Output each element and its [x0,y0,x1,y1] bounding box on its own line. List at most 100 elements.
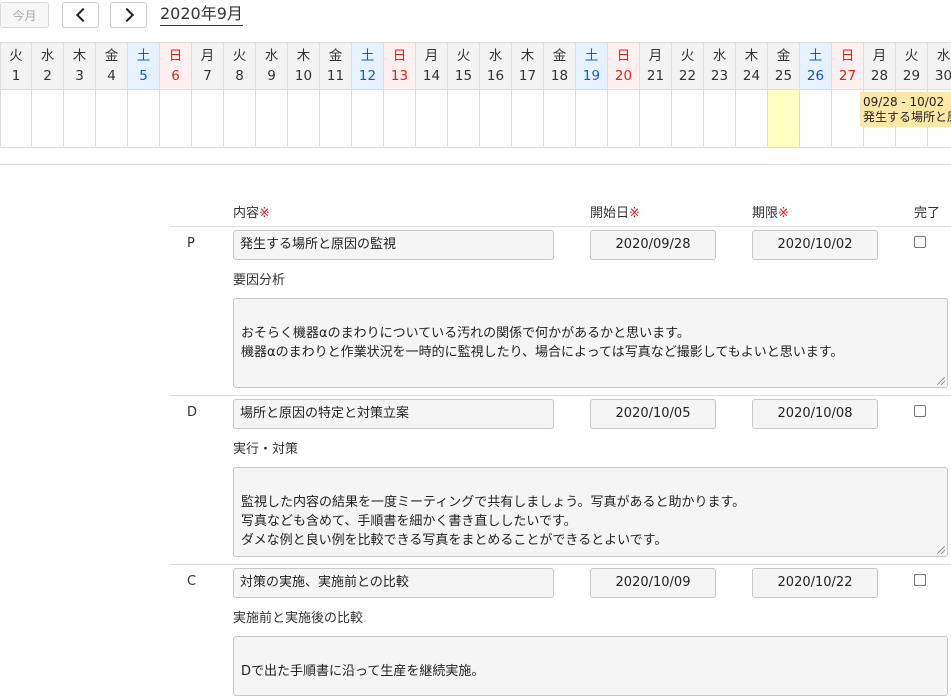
calendar-day-header[interactable]: 土 19 [576,42,608,90]
calendar-day-header[interactable]: 金4 [96,42,128,90]
calendar-day-cell[interactable] [288,90,320,148]
calendar-day-header[interactable]: 金 18 [544,42,576,90]
calendar-day-cell[interactable] [352,90,384,148]
calendar-day-header[interactable]: 土5 [128,42,160,90]
calendar-day-cell[interactable] [0,90,32,148]
calendar-day-header[interactable]: 月 21 [640,42,672,90]
calendar-day-cell[interactable] [704,90,736,148]
calendar-day-cell[interactable] [160,90,192,148]
calendar-day-cell[interactable] [800,90,832,148]
task-title-input[interactable]: 場所と原因の特定と対策立案 [233,399,554,429]
calendar-day-header[interactable]: 水 16 [480,42,512,90]
calendar-day-cell[interactable] [544,90,576,148]
calendar-day-header[interactable]: 火1 [0,42,32,90]
calendar-day-header[interactable]: 水2 [32,42,64,90]
day-number: 4 [107,68,116,84]
weekday-label: 金 [552,48,567,64]
calendar-day-header[interactable]: 水 30 [928,42,951,90]
calendar-day-header[interactable]: 月7 [192,42,224,90]
calendar-day-cell[interactable] [384,90,416,148]
done-checkbox[interactable] [914,405,926,417]
calendar-day-header[interactable]: 火8 [224,42,256,90]
calendar-day-cell[interactable] [224,90,256,148]
calendar-day-cell-today[interactable] [768,90,800,148]
calendar-day-header[interactable]: 木 17 [512,42,544,90]
event-title: 発生する場所と原因の監視 [863,110,951,124]
phase-label: P [187,236,195,251]
calendar-event[interactable]: 09/28 - 10/02 発生する場所と原因の監視 [860,92,951,127]
calendar-day-cell[interactable] [128,90,160,148]
sub-label: 要因分析 [233,273,286,288]
content-column-header: 内容※ [233,202,270,221]
row-divider [170,564,951,565]
notes-textarea[interactable]: Dで出た手順書に沿って生産を継続実施。 [233,636,948,696]
calendar-day-header[interactable]: 日6 [160,42,192,90]
calendar-day-header[interactable]: 火 22 [672,42,704,90]
calendar-day-header[interactable]: 土 12 [352,42,384,90]
day-number: 8 [235,68,244,84]
calendar-day-header[interactable]: 金 25 [768,42,800,90]
calendar-day-cell[interactable] [256,90,288,148]
next-month-button[interactable] [110,2,147,28]
calendar-day-cell[interactable] [480,90,512,148]
day-number: 26 [806,68,825,84]
calendar-day-header[interactable]: 日 13 [384,42,416,90]
due-date-column-header: 期限※ [752,202,789,221]
calendar-day-cell[interactable] [672,90,704,148]
weekday-label: 水 [40,48,55,64]
calendar-day-cell[interactable] [64,90,96,148]
done-checkbox[interactable] [914,236,926,248]
calendar-day-header[interactable]: 木 24 [736,42,768,90]
day-number: 15 [454,68,473,84]
resize-grip-icon[interactable] [937,546,945,554]
calendar-day-header[interactable]: 水 23 [704,42,736,90]
weekday-label: 日 [616,48,631,64]
notes-textarea[interactable]: おそらく機器αのまわりについている汚れの関係で何かがあるかと思います。 機器αの… [233,298,948,388]
calendar-day-header[interactable]: 火 29 [896,42,928,90]
calendar-day-cell[interactable] [192,90,224,148]
previous-month-button[interactable] [62,2,99,28]
calendar-day-header[interactable]: 金 11 [320,42,352,90]
calendar-day-cell[interactable] [512,90,544,148]
calendar-day-cell[interactable] [96,90,128,148]
calendar-day-header[interactable]: 日 20 [608,42,640,90]
calendar-day-header[interactable]: 土 26 [800,42,832,90]
calendar-day-cell[interactable] [32,90,64,148]
start-date-input[interactable]: 2020/10/05 [590,399,716,429]
weekday-label: 月 [872,48,887,64]
this-month-button[interactable]: 今月 [0,2,49,28]
calendar-day-header[interactable]: 木 10 [288,42,320,90]
calendar-day-cell[interactable] [576,90,608,148]
calendar-day-header[interactable]: 月 28 [864,42,896,90]
task-title-input[interactable]: 対策の実施、実施前との比較 [233,568,554,598]
required-mark: ※ [778,206,789,221]
calendar-day-header[interactable]: 日 27 [832,42,864,90]
calendar-day-header[interactable]: 木3 [64,42,96,90]
calendar-day-cell[interactable] [448,90,480,148]
calendar-day-cell[interactable] [608,90,640,148]
calendar-day-header[interactable]: 火 15 [448,42,480,90]
calendar-day-cell[interactable] [736,90,768,148]
weekday-label: 土 [584,48,599,64]
notes-textarea[interactable]: 監視した内容の結果を一度ミーティングで共有しましょう。写真があると助かります。 … [233,467,948,557]
task-title-input[interactable]: 発生する場所と原因の監視 [233,230,554,260]
notes-text: おそらく機器αのまわりについている汚れの関係で何かがあるかと思います。 機器αの… [241,326,844,360]
phase-label: D [187,405,198,420]
calendar-day-cell[interactable] [640,90,672,148]
month-title[interactable]: 2020年9月 [160,4,243,26]
weekday-label: 月 [200,48,215,64]
start-date-input[interactable]: 2020/10/09 [590,568,716,598]
day-number: 17 [518,68,537,84]
due-date-input[interactable]: 2020/10/02 [752,230,878,260]
calendar-day-cell[interactable] [416,90,448,148]
calendar-day-cell[interactable] [320,90,352,148]
resize-grip-icon[interactable] [937,377,945,385]
start-date-input[interactable]: 2020/09/28 [590,230,716,260]
weekday-label: 金 [104,48,119,64]
due-date-input[interactable]: 2020/10/08 [752,399,878,429]
calendar-day-header[interactable]: 水9 [256,42,288,90]
due-date-input[interactable]: 2020/10/22 [752,568,878,598]
calendar-day-header[interactable]: 月 14 [416,42,448,90]
done-checkbox[interactable] [914,574,926,586]
chevron-right-icon [119,7,134,23]
